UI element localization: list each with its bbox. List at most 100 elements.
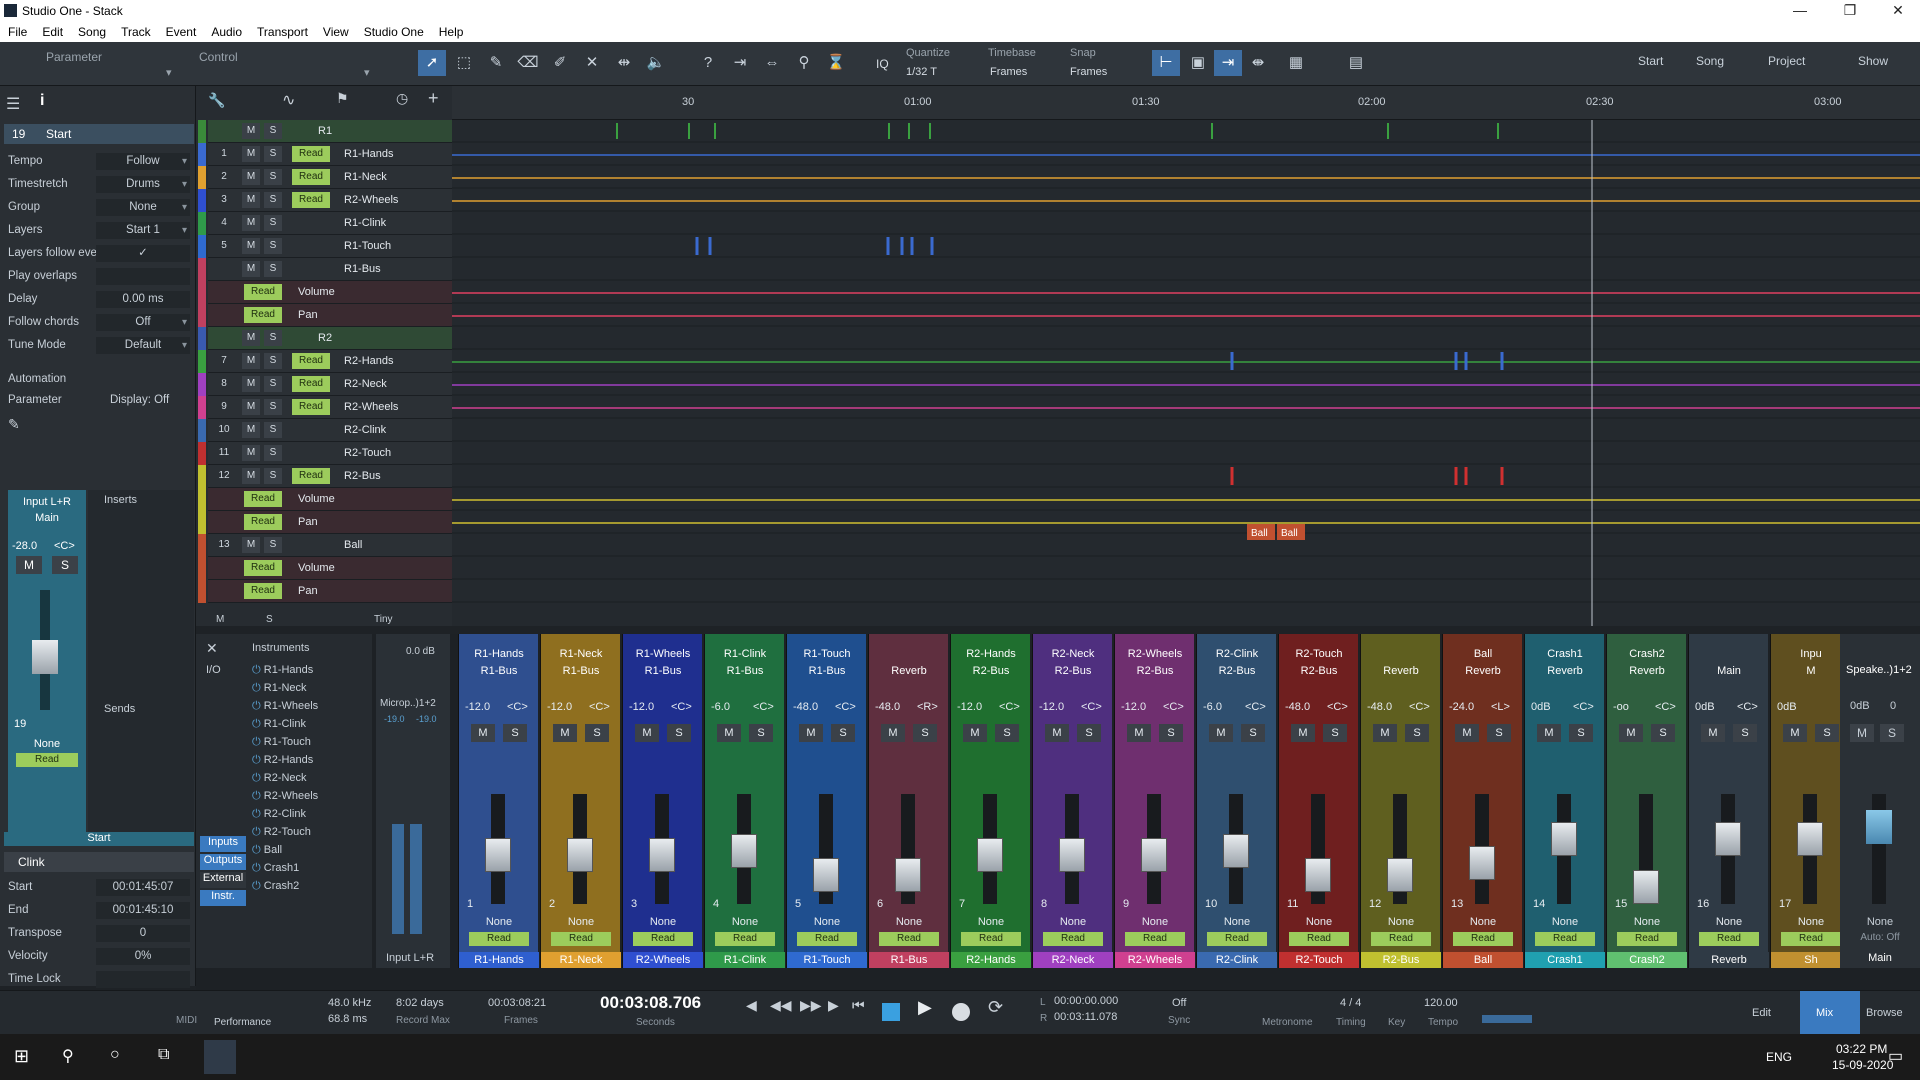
automation-read-button[interactable]: Read [244,514,282,530]
solo-button[interactable]: S [1159,724,1183,742]
mixer-inputs-button[interactable]: Inputs [200,836,246,852]
mute-button[interactable]: M [242,215,260,231]
channel-volume[interactable]: -24.0 [1449,701,1474,713]
channel-volume[interactable]: -12.0 [465,701,490,713]
main-automation-none[interactable]: None [1840,916,1920,928]
inspector-row-value[interactable]: Follow [96,153,190,170]
channel-pan[interactable]: <C> [671,701,692,713]
split-tool-icon[interactable]: ✎ [482,50,510,76]
automation-read-button[interactable]: Read [292,353,330,369]
menu-track[interactable]: Track [113,22,158,39]
inspector-solo-button[interactable]: S [52,556,78,574]
fader-cap[interactable] [1305,858,1331,892]
mute-button[interactable]: M [242,261,260,277]
channel-volume[interactable]: 0dB [1777,701,1797,713]
listen-tool-icon[interactable]: 🔈 [642,50,670,76]
flag-icon[interactable]: ⚑ [336,90,349,107]
fader-cap[interactable] [895,858,921,892]
automation-mode[interactable]: None [953,916,1029,928]
solo-button[interactable]: S [1077,724,1101,742]
clip-row-value[interactable]: 00:01:45:07 [96,879,190,896]
menu-event[interactable]: Event [158,22,204,39]
channel-volume[interactable]: -12.0 [1039,701,1064,713]
automation-mode[interactable]: None [1363,916,1439,928]
automation-mode[interactable]: None [707,916,783,928]
mute-button[interactable]: M [242,537,260,553]
mute-button[interactable]: M [242,169,260,185]
main-fader-cap[interactable] [1866,810,1892,844]
solo-button[interactable]: S [749,724,773,742]
power-icon[interactable]: ⏻ [252,844,261,856]
task-view-icon[interactable]: ⧉ [158,1046,169,1064]
solo-button[interactable]: S [1405,724,1429,742]
solo-button[interactable]: S [264,123,282,139]
automation-curve-icon[interactable]: ∿ [282,90,295,110]
fader-cap[interactable] [1551,822,1577,856]
mute-button[interactable]: M [1045,724,1069,742]
range-tool-icon[interactable]: ⬚ [450,50,478,76]
channel-output[interactable]: R2-Bus [1035,665,1111,677]
channel-output[interactable]: Reverb [1445,665,1521,677]
power-icon[interactable]: ⏻ [252,862,261,874]
automation-mode[interactable]: None [789,916,865,928]
menu-song[interactable]: Song [70,22,113,39]
automation-read-button[interactable]: Read [244,560,282,576]
solo-button[interactable]: S [264,261,282,277]
mute-button[interactable]: M [242,422,260,438]
mute-button[interactable]: M [242,468,260,484]
solo-button[interactable]: S [264,353,282,369]
solo-button[interactable]: S [264,330,282,346]
menu-edit[interactable]: Edit [34,22,70,39]
forward-end-icon[interactable]: ▶ [828,997,839,1014]
arrange-view[interactable]: Ball Ball [452,86,1920,626]
nav-project[interactable]: Project [1768,54,1805,68]
quantize-value[interactable]: 1/32 T [906,66,937,78]
channel-output[interactable]: R1-Bus [461,665,537,677]
left-locator[interactable]: 00:00:00.000 [1054,995,1118,1007]
channel-volume[interactable]: -6.0 [1203,701,1222,713]
mute-button[interactable]: M [1291,724,1315,742]
menu-view[interactable]: View [315,22,356,39]
menu-studio-one[interactable]: Studio One [356,22,431,39]
fader-cap[interactable] [567,838,593,872]
maximize-button[interactable]: ❐ [1830,2,1870,19]
instrument-item[interactable]: ⏻ R2-Wheels [252,790,318,803]
channel-output[interactable]: R2-Bus [953,665,1029,677]
solo-button[interactable]: S [667,724,691,742]
channel-output[interactable]: R1-Bus [707,665,783,677]
key-label[interactable]: Key [1388,1017,1405,1028]
info-icon[interactable]: i [40,92,44,110]
automation-read-button[interactable]: Read [292,399,330,415]
rewind-start-icon[interactable]: ◀ [746,997,757,1014]
mute-button[interactable]: M [717,724,741,742]
solo-button[interactable]: S [264,537,282,553]
automation-read-button[interactable]: Read [1207,932,1267,946]
automation-read-button[interactable]: Read [633,932,693,946]
mute-button[interactable]: M [242,330,260,346]
fader-cap[interactable] [1059,838,1085,872]
instrument-item[interactable]: ⏻ R1-Hands [252,664,313,677]
channel-output[interactable]: Reverb [1363,665,1439,677]
bend-tool-icon[interactable]: ⇹ [610,50,638,76]
solo-button[interactable]: S [831,724,855,742]
grid-icon[interactable]: ▦ [1282,50,1310,76]
menu-audio[interactable]: Audio [203,22,249,39]
instrument-item[interactable]: ⏻ Crash1 [252,862,299,875]
solo-button[interactable]: S [264,422,282,438]
snap-left-icon[interactable]: ⊢ [1152,50,1180,76]
mixer-external-button[interactable]: External [200,872,246,888]
instrument-item[interactable]: ⏻ R2-Touch [252,826,311,839]
automation-read-button[interactable]: Read [1125,932,1185,946]
help-icon[interactable]: ? [694,50,722,76]
clock-time[interactable]: 03:22 PM [1836,1042,1887,1056]
channel-volume[interactable]: -48.0 [1367,701,1392,713]
iq-label[interactable]: IQ [876,57,889,71]
mute-button[interactable]: M [242,192,260,208]
solo-button[interactable]: S [1733,724,1757,742]
stop-button[interactable] [882,1003,900,1021]
inspector-row-value[interactable]: Drums [96,176,190,193]
channel-pan[interactable]: <C> [589,701,610,713]
fast-forward-icon[interactable]: ▶▶ [800,997,822,1014]
fader-cap[interactable] [1715,822,1741,856]
channel-output[interactable]: R1-Bus [543,665,619,677]
